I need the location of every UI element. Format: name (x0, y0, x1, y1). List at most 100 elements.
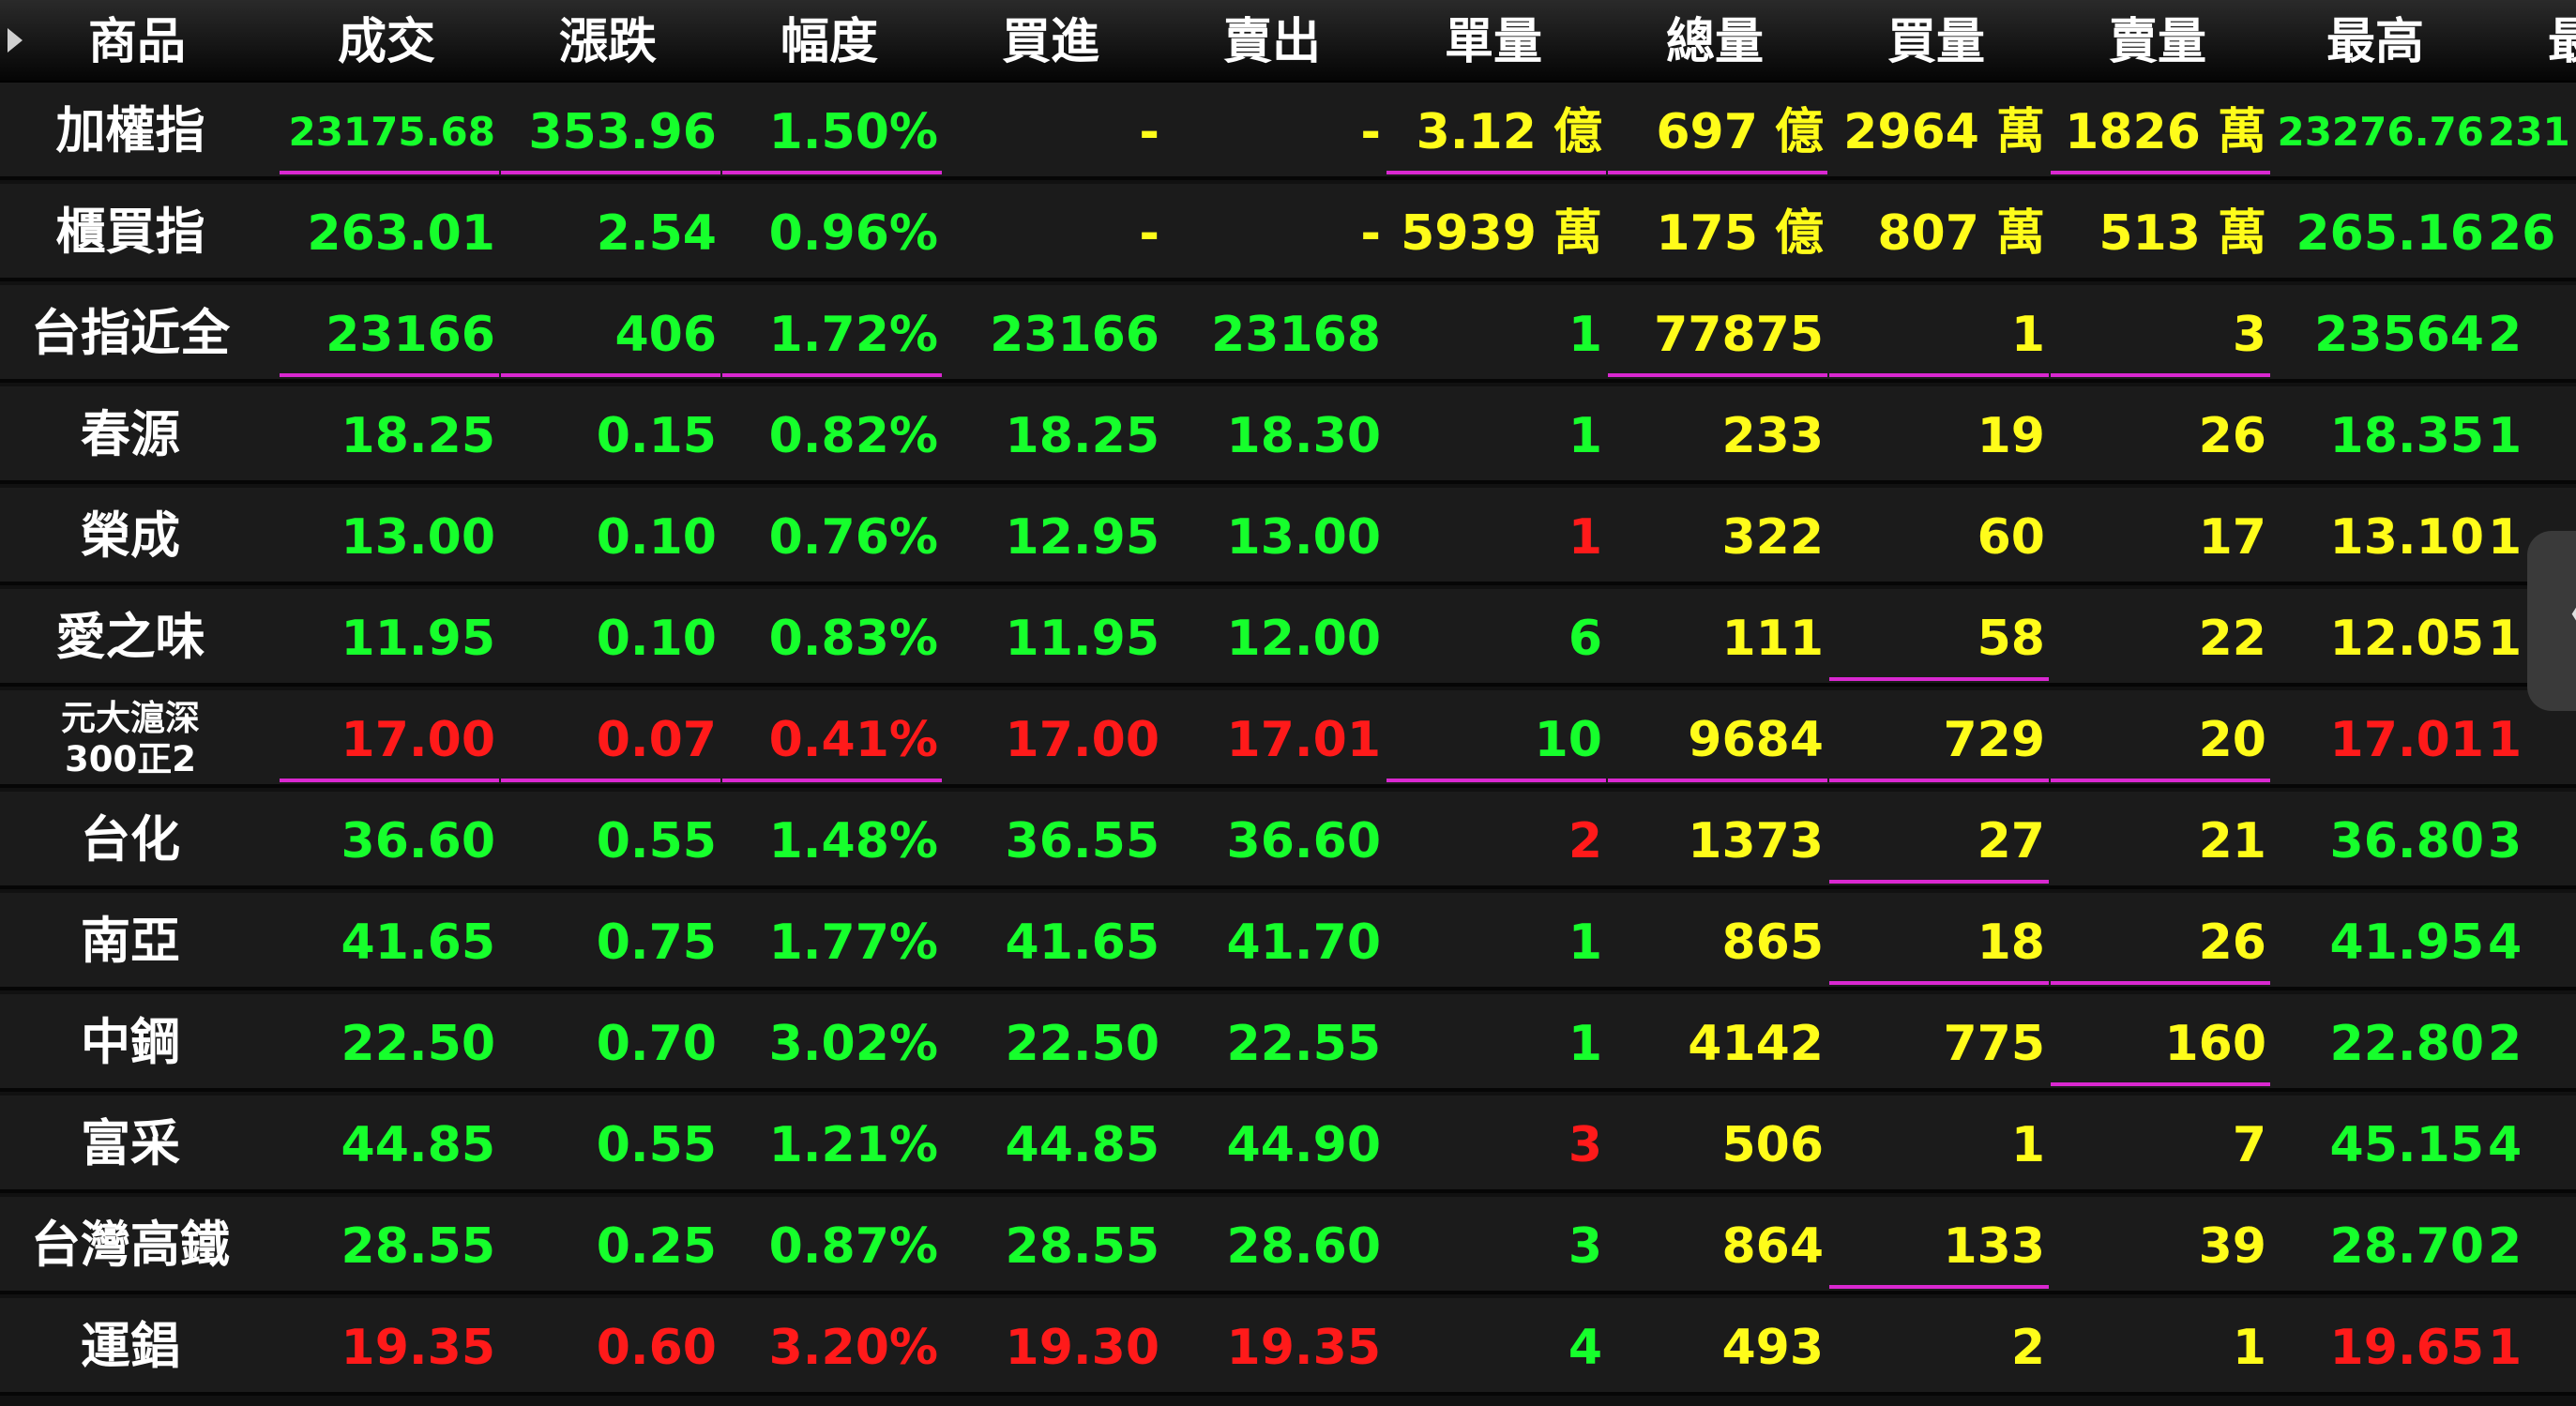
table-row[interactable]: 櫃買指 263.01 2.54 0.96% - - 5939 萬 175 億 8… (0, 184, 2576, 281)
bid: 11.95 (1005, 611, 1159, 667)
product-name-line-2: 300正2 (65, 739, 196, 779)
ask-volume: 22 (2198, 611, 2266, 667)
table-row[interactable]: 富采 44.85 0.55 1.21% 44.85 44.90 3 506 1 … (0, 1096, 2576, 1193)
high: 13.10 (2329, 509, 2484, 566)
bid: 36.55 (1005, 813, 1159, 869)
ask: 17.01 (1226, 712, 1381, 768)
total-volume: 4142 (1688, 1016, 1824, 1072)
table-row[interactable]: 加權指 23175.68 353.96 1.50% - - 3.12 億 697… (0, 83, 2576, 180)
table-row[interactable]: 榮成 13.00 0.10 0.76% 12.95 13.00 1 322 60… (0, 488, 2576, 585)
last-price: 18.25 (341, 408, 495, 464)
table-row[interactable]: 元大滬深 300正2 17.00 0.07 0.41% 17.00 17.01 … (0, 690, 2576, 788)
product-name: 台指近全 (31, 305, 230, 362)
total-volume: 697 億 (1606, 83, 1827, 176)
bid: - (1139, 104, 1159, 160)
product-name: 富采 (81, 1115, 180, 1172)
ask: 41.70 (1226, 915, 1381, 971)
ask: 36.60 (1226, 813, 1381, 869)
bid: 12.95 (1005, 509, 1159, 566)
header-last-price[interactable]: 成交 (278, 0, 495, 81)
last-price: 44.85 (341, 1117, 495, 1173)
tick-volume: 3.12 億 (1385, 83, 1606, 176)
change-percent: 3.02% (768, 1016, 938, 1072)
low-partial: 231 (2488, 109, 2570, 155)
low-partial: 2 (2488, 1016, 2523, 1072)
total-volume: 506 (1721, 1117, 1824, 1173)
bid-volume: 133 (1827, 1197, 2049, 1291)
bid: 17.00 (1005, 712, 1159, 768)
change: 0.55 (596, 1117, 717, 1173)
ask-volume: 17 (2198, 509, 2266, 566)
product-name: 加權指 (55, 102, 205, 159)
high: 41.95 (2329, 915, 2484, 971)
high: 18.35 (2329, 408, 2484, 464)
total-volume: 111 (1721, 611, 1824, 667)
tick-volume: 1 (1568, 408, 1602, 464)
last-price: 263.01 (307, 205, 495, 262)
ask: 23168 (1211, 307, 1381, 363)
table-row[interactable]: 運錩 19.35 0.60 3.20% 19.30 19.35 4 493 2 … (0, 1298, 2576, 1396)
header-change-percent[interactable]: 幅度 (720, 0, 938, 81)
header-ask[interactable]: 賣出 (1163, 0, 1381, 81)
change: 353.96 (499, 83, 720, 176)
table-row[interactable]: 中鋼 22.50 0.70 3.02% 22.50 22.55 1 4142 7… (0, 994, 2576, 1092)
change: 2.54 (596, 205, 717, 262)
header-ask-volume[interactable]: 賣量 (2049, 0, 2266, 81)
header-change[interactable]: 漲跌 (499, 0, 717, 81)
bid-volume: 58 (1827, 589, 2049, 683)
product-name: 運錩 (81, 1318, 180, 1375)
tick-volume: 1 (1568, 1016, 1602, 1072)
bid: 18.25 (1005, 408, 1159, 464)
table-row[interactable]: 台化 36.60 0.55 1.48% 36.55 36.60 2 1373 2… (0, 792, 2576, 889)
header-tick-volume[interactable]: 單量 (1385, 0, 1602, 81)
bid: 41.65 (1005, 915, 1159, 971)
last-price: 23166 (278, 285, 499, 379)
header-bid-volume[interactable]: 買量 (1827, 0, 2045, 81)
product-name: 中鋼 (81, 1014, 180, 1071)
high: 19.65 (2329, 1320, 2484, 1376)
product-name: 櫃買指 (55, 204, 205, 261)
last-price: 41.65 (341, 915, 495, 971)
total-volume: 77875 (1606, 285, 1827, 379)
change: 0.15 (596, 408, 717, 464)
bid: - (1139, 205, 1159, 262)
change-percent: 1.72% (720, 285, 942, 379)
header-low-partial[interactable]: 最 (2548, 0, 2576, 81)
ask-volume: 1 (2232, 1320, 2266, 1376)
last-price: 17.00 (278, 690, 499, 784)
ask-volume: 21 (2198, 813, 2266, 869)
ask: 12.00 (1226, 611, 1381, 667)
ask-volume: 7 (2232, 1117, 2266, 1173)
header-bid[interactable]: 買進 (942, 0, 1159, 81)
header-high[interactable]: 最高 (2266, 0, 2484, 81)
header-product[interactable]: 商品 (34, 0, 240, 81)
total-volume: 9684 (1606, 690, 1827, 784)
ask-volume: 3 (2049, 285, 2270, 379)
high: 23276.76 (2277, 109, 2484, 155)
change-percent: 1.48% (768, 813, 938, 869)
table-row[interactable]: 愛之味 11.95 0.10 0.83% 11.95 12.00 6 111 5… (0, 589, 2576, 687)
low-partial: 1 (2488, 408, 2523, 464)
total-volume: 175 億 (1656, 205, 1824, 262)
table-row[interactable]: 台指近全 23166 406 1.72% 23166 23168 1 77875… (0, 285, 2576, 383)
side-panel-tab[interactable]: 〈 (2527, 531, 2576, 711)
table-row[interactable]: 台灣高鐵 28.55 0.25 0.87% 28.55 28.60 3 864 … (0, 1197, 2576, 1294)
low-partial: 3 (2488, 813, 2523, 869)
change-percent: 3.20% (768, 1320, 938, 1376)
low-partial: 4 (2488, 915, 2523, 971)
expand-arrow-icon[interactable] (8, 28, 23, 53)
table-row[interactable]: 南亞 41.65 0.75 1.77% 41.65 41.70 1 865 18… (0, 893, 2576, 990)
bid-volume: 27 (1827, 792, 2049, 885)
change: 0.70 (596, 1016, 717, 1072)
tick-volume: 2 (1568, 813, 1602, 869)
high: 36.80 (2329, 813, 2484, 869)
table-row[interactable]: 春源 18.25 0.15 0.82% 18.25 18.30 1 233 19… (0, 386, 2576, 484)
header-total-volume[interactable]: 總量 (1606, 0, 1824, 81)
ask: - (1360, 104, 1381, 160)
last-price: 11.95 (341, 611, 495, 667)
high: 28.70 (2329, 1218, 2484, 1275)
change: 0.75 (596, 915, 717, 971)
low-partial: 2 (2488, 1218, 2523, 1275)
change: 406 (499, 285, 720, 379)
change: 0.10 (596, 611, 717, 667)
